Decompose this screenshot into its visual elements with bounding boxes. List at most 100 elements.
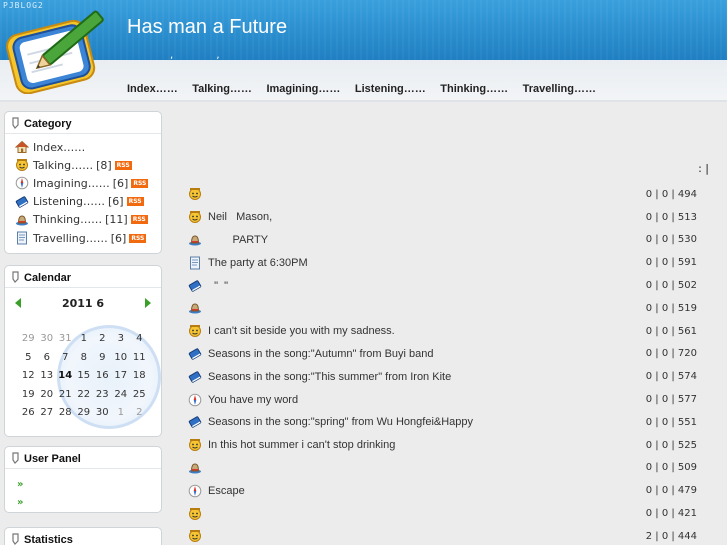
- calendar-day[interactable]: 7: [56, 351, 75, 365]
- post-title-link[interactable]: Seasons in the song:"This summer" from I…: [208, 371, 451, 383]
- calendar-day[interactable]: 26: [19, 406, 38, 420]
- document-icon[interactable]: [188, 256, 202, 270]
- category-item[interactable]: Talking…… [8] RSS: [15, 156, 161, 174]
- subtitle-mark: ,: [170, 50, 174, 61]
- post-title-link[interactable]: " ": [208, 280, 228, 292]
- calendar-day[interactable]: 25: [130, 388, 149, 402]
- post-title-link[interactable]: Seasons in the song:"spring" from Wu Hon…: [208, 416, 473, 428]
- calendar-day[interactable]: 11: [130, 351, 149, 365]
- calendar-day[interactable]: 29: [19, 332, 38, 346]
- calendar-day[interactable]: 20: [38, 388, 57, 402]
- user-panel-title: User Panel: [5, 447, 161, 469]
- user-panel-item[interactable]: »: [17, 493, 161, 511]
- calendar-day[interactable]: 14: [56, 369, 75, 383]
- prev-month-arrow-icon[interactable]: [15, 298, 21, 308]
- smiley-icon[interactable]: [188, 507, 202, 521]
- post-stats: 0 | 0 | 561: [645, 325, 697, 337]
- category-panel: Category Index…… Talking…… [8] RSS Imagining…: [4, 111, 162, 254]
- rss-badge-icon[interactable]: RSS: [114, 160, 132, 170]
- post-stats: 0 | 0 | 525: [645, 439, 697, 451]
- user-panel-item[interactable]: »: [17, 475, 161, 493]
- rss-badge-icon[interactable]: RSS: [126, 197, 144, 207]
- calendar-day[interactable]: 27: [38, 406, 57, 420]
- calendar-day[interactable]: 15: [75, 369, 94, 383]
- post-stats: 2 | 0 | 444: [645, 530, 697, 542]
- calendar-day[interactable]: 1: [112, 406, 131, 420]
- post-row: The party at 6:30PM 0 | 0 | 591: [180, 251, 727, 274]
- calendar-day[interactable]: 6: [38, 351, 57, 365]
- post-row: 0 | 0 | 509: [180, 457, 727, 480]
- category-item[interactable]: Travelling…… [6] RSS: [15, 229, 161, 247]
- rss-badge-icon[interactable]: RSS: [131, 178, 149, 188]
- book-icon[interactable]: [188, 370, 202, 384]
- calendar-day[interactable]: 30: [93, 406, 112, 420]
- calendar-day[interactable]: 31: [56, 332, 75, 346]
- calendar-day[interactable]: 4: [130, 332, 149, 346]
- book-icon[interactable]: [188, 347, 202, 361]
- calendar-day[interactable]: 1: [75, 332, 94, 346]
- hat-icon[interactable]: [188, 301, 202, 315]
- calendar-day[interactable]: 3: [112, 332, 131, 346]
- category-item-count: [6]: [107, 195, 124, 209]
- post-title-link[interactable]: In this hot summer i can't stop drinking: [208, 439, 395, 451]
- calendar-day[interactable]: 29: [75, 406, 94, 420]
- calendar-day[interactable]: 9: [93, 351, 112, 365]
- pin-icon: [12, 271, 19, 283]
- calendar-day[interactable]: 21: [56, 388, 75, 402]
- document-icon: [15, 231, 29, 245]
- category-item[interactable]: Thinking…… [11] RSS: [15, 211, 161, 229]
- compass-icon[interactable]: [188, 393, 202, 407]
- book-icon[interactable]: [188, 415, 202, 429]
- smiley-icon[interactable]: [188, 187, 202, 201]
- rss-badge-icon[interactable]: RSS: [129, 233, 147, 243]
- smiley-icon[interactable]: [188, 529, 202, 543]
- category-item[interactable]: Imagining…… [6] RSS: [15, 174, 161, 192]
- category-item[interactable]: Listening…… [6] RSS: [15, 193, 161, 211]
- calendar-day[interactable]: 16: [93, 369, 112, 383]
- category-item[interactable]: Index……: [14, 138, 161, 156]
- rss-badge-icon[interactable]: RSS: [130, 215, 148, 225]
- calendar-day[interactable]: 8: [75, 351, 94, 365]
- calendar-day[interactable]: 28: [56, 406, 75, 420]
- user-panel: User Panel » »: [4, 446, 162, 513]
- smiley-icon[interactable]: [188, 324, 202, 338]
- calendar-month: 2011 6: [61, 296, 105, 310]
- compass-icon[interactable]: [188, 484, 202, 498]
- post-title-link[interactable]: The party at 6:30PM: [208, 257, 308, 269]
- nav-index[interactable]: Index……: [127, 83, 178, 95]
- smiley-icon[interactable]: [188, 210, 202, 224]
- calendar-day[interactable]: 24: [112, 388, 131, 402]
- post-row: You have my word 0 | 0 | 577: [180, 388, 727, 411]
- post-title-link[interactable]: Seasons in the song:"Autumn" from Buyi b…: [208, 348, 434, 360]
- pencil-notepad-logo-icon: [6, 10, 104, 94]
- post-title-link[interactable]: I can't sit beside you with my sadness.: [208, 325, 395, 337]
- calendar-day[interactable]: 2: [130, 406, 149, 420]
- calendar-day[interactable]: 12: [19, 369, 38, 383]
- post-title-link[interactable]: Neil Mason,: [208, 211, 272, 223]
- post-stats: 0 | 0 | 509: [645, 462, 697, 474]
- post-row: I can't sit beside you with my sadness. 0…: [180, 320, 727, 343]
- calendar-day[interactable]: 22: [75, 388, 94, 402]
- post-title-link[interactable]: You have my word: [208, 394, 298, 406]
- calendar-day[interactable]: 5: [19, 351, 38, 365]
- calendar-title-text: Calendar: [24, 272, 72, 284]
- post-title-link[interactable]: PARTY: [208, 234, 268, 246]
- calendar-day[interactable]: 19: [19, 388, 38, 402]
- hat-icon[interactable]: [188, 461, 202, 475]
- book-icon[interactable]: [188, 279, 202, 293]
- calendar-day[interactable]: 18: [130, 369, 149, 383]
- category-title-text: Category: [24, 118, 72, 130]
- calendar-day[interactable]: 23: [93, 388, 112, 402]
- calendar-day[interactable]: 10: [112, 351, 131, 365]
- next-month-arrow-icon[interactable]: [144, 298, 151, 308]
- calendar-day[interactable]: 13: [38, 369, 57, 383]
- calendar-day[interactable]: 17: [112, 369, 131, 383]
- post-stats: 0 | 0 | 720: [645, 348, 697, 360]
- post-title-link[interactable]: Escape: [208, 485, 245, 497]
- post-row: 2 | 0 | 444: [180, 525, 727, 545]
- calendar-day[interactable]: 30: [38, 332, 57, 346]
- home-icon: [14, 140, 30, 154]
- smiley-icon[interactable]: [188, 438, 202, 452]
- hat-icon[interactable]: [188, 233, 202, 247]
- calendar-day[interactable]: 2: [93, 332, 112, 346]
